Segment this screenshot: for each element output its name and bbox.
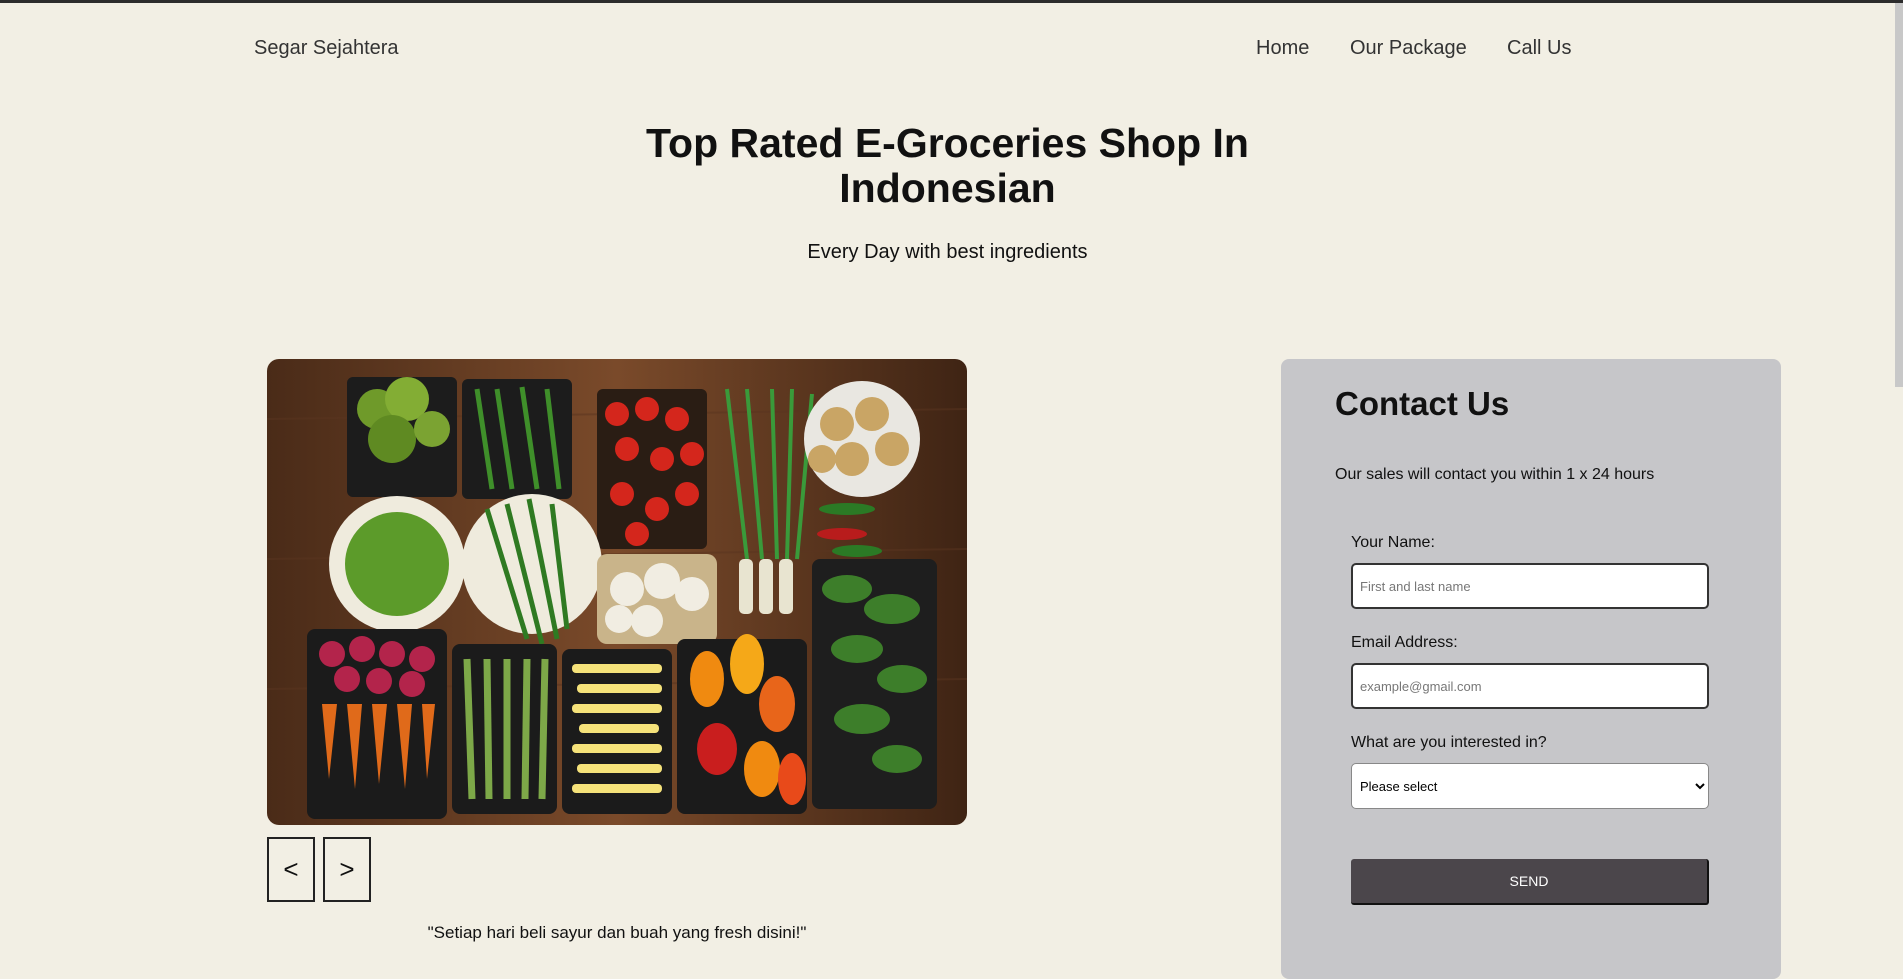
contact-description: Our sales will contact you within 1 x 24… (1335, 466, 1655, 483)
email-label: Email Address: (1351, 634, 1458, 651)
vegetables-photo (267, 359, 967, 825)
contact-panel: Contact Us Our sales will contact you wi… (1281, 359, 1781, 979)
nav-call-us[interactable]: Call Us (1507, 37, 1571, 60)
hero-subtitle: Every Day with best ingredients (807, 241, 1088, 263)
nav-home[interactable]: Home (1256, 37, 1309, 60)
brand-logo-text[interactable]: Segar Sejahtera (254, 37, 399, 60)
slider-next-button[interactable]: > (323, 837, 371, 902)
interest-select[interactable]: Please select (1351, 763, 1709, 809)
name-input[interactable] (1351, 563, 1709, 609)
page-scrollbar[interactable] (1895, 3, 1903, 387)
slider-prev-button[interactable]: < (267, 837, 315, 902)
hero-title: Top Rated E-Groceries Shop In Indonesian (646, 120, 1249, 211)
nav-our-package[interactable]: Our Package (1350, 37, 1467, 60)
contact-title: Contact Us (1335, 385, 1510, 422)
email-input[interactable] (1351, 663, 1709, 709)
interest-label: What are you interested in? (1351, 734, 1547, 751)
slider-caption: "Setiap hari beli sayur dan buah yang fr… (427, 923, 807, 942)
name-label: Your Name: (1351, 534, 1435, 551)
send-button[interactable]: SEND (1351, 859, 1709, 905)
